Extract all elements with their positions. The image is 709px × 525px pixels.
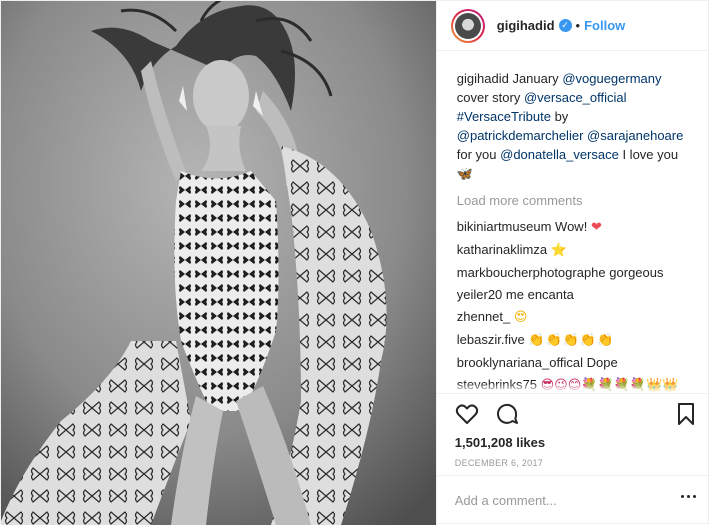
comment-emoji: 😍 [513,310,528,325]
comment-emoji: ⭐ [550,243,567,258]
comment-username[interactable]: lebaszir.five [457,332,525,347]
comment-item: zhennet_ 😍 [457,307,694,327]
post-sidebar: gigihadid ✓ • Follow gigihadid January @… [435,1,708,525]
caption-link[interactable]: @patrickdemarchelier [457,128,584,143]
load-more-comments-button[interactable]: Load more comments [457,191,694,210]
butterfly-emoji: 🦋 [456,167,473,182]
instagram-post: gigihadid ✓ • Follow gigihadid January @… [0,0,709,525]
comment-input[interactable] [454,493,675,508]
more-options-icon[interactable] [681,495,696,498]
comment-username[interactable]: bikiniartmuseum [457,219,552,234]
comment-username[interactable]: brooklynariana_offical [457,355,583,370]
add-comment-bar [436,475,708,525]
caption-segment: by [550,109,569,124]
comments-list[interactable]: gigihadid January @voguegermany cover st… [436,51,708,393]
comment-bubble-icon[interactable] [495,402,519,426]
comment-emoji: 👏👏👏👏👏 [528,333,615,348]
comment-username[interactable]: zhennet_ [457,309,511,324]
follow-button[interactable]: Follow [584,18,625,33]
comment-text: Wow! [555,219,588,234]
caption-segment: January [512,71,563,86]
comment-username[interactable]: yeiler20 [457,287,503,302]
avatar-image [454,12,481,39]
caption-username[interactable]: gigihadid [457,71,509,86]
caption-segment: I love you [618,147,679,162]
comment-username[interactable]: markboucherphotographe [457,265,606,280]
caption-segment: cover story [456,90,524,105]
author-username[interactable]: gigihadid [497,18,555,33]
post-actions: 1,501,208 likes DECEMBER 6, 2017 [436,393,708,475]
fashion-photo-image [1,1,436,525]
caption-link[interactable]: @versace_official [524,90,627,105]
comment-item: brooklynariana_offical Dope [457,353,694,372]
caption-link[interactable]: @donatella_versace [500,147,619,162]
post-date[interactable]: DECEMBER 6, 2017 [455,458,694,468]
comment-item: markboucherphotographe gorgeous [457,263,694,282]
comment-emoji: ❤ [590,220,602,235]
comment-item: bikiniartmuseum Wow! ❤ [457,217,694,237]
comment-text: Dope [586,355,618,370]
bookmark-icon[interactable] [674,402,698,426]
post-caption: gigihadid January @voguegermany cover st… [457,69,694,184]
comment-item: yeiler20 me encanta [457,285,694,304]
post-photo[interactable] [1,1,436,525]
avatar[interactable] [450,8,485,43]
comment-text: gorgeous [609,265,664,280]
caption-segment: for you [456,147,501,162]
likes-count[interactable]: 1,501,208 likes [455,434,694,452]
header-separator: • [575,18,581,33]
comment-username[interactable]: katharinaklimza [457,242,547,257]
post-header: gigihadid ✓ • Follow [436,1,708,51]
caption-link[interactable]: @sarajanehoare [587,128,683,143]
comment-items: bikiniartmuseum Wow! ❤ katharinaklimza ⭐ m… [457,217,694,393]
comment-text: me encanta [505,287,574,302]
comment-item: katharinaklimza ⭐ [457,240,694,260]
verified-badge-icon: ✓ [558,19,572,32]
heart-outline-icon[interactable] [455,402,479,426]
comment-item: lebaszir.five 👏👏👏👏👏 [457,330,694,350]
caption-link[interactable]: @voguegermany [562,71,661,86]
caption-link[interactable]: #VersaceTribute [457,109,551,124]
